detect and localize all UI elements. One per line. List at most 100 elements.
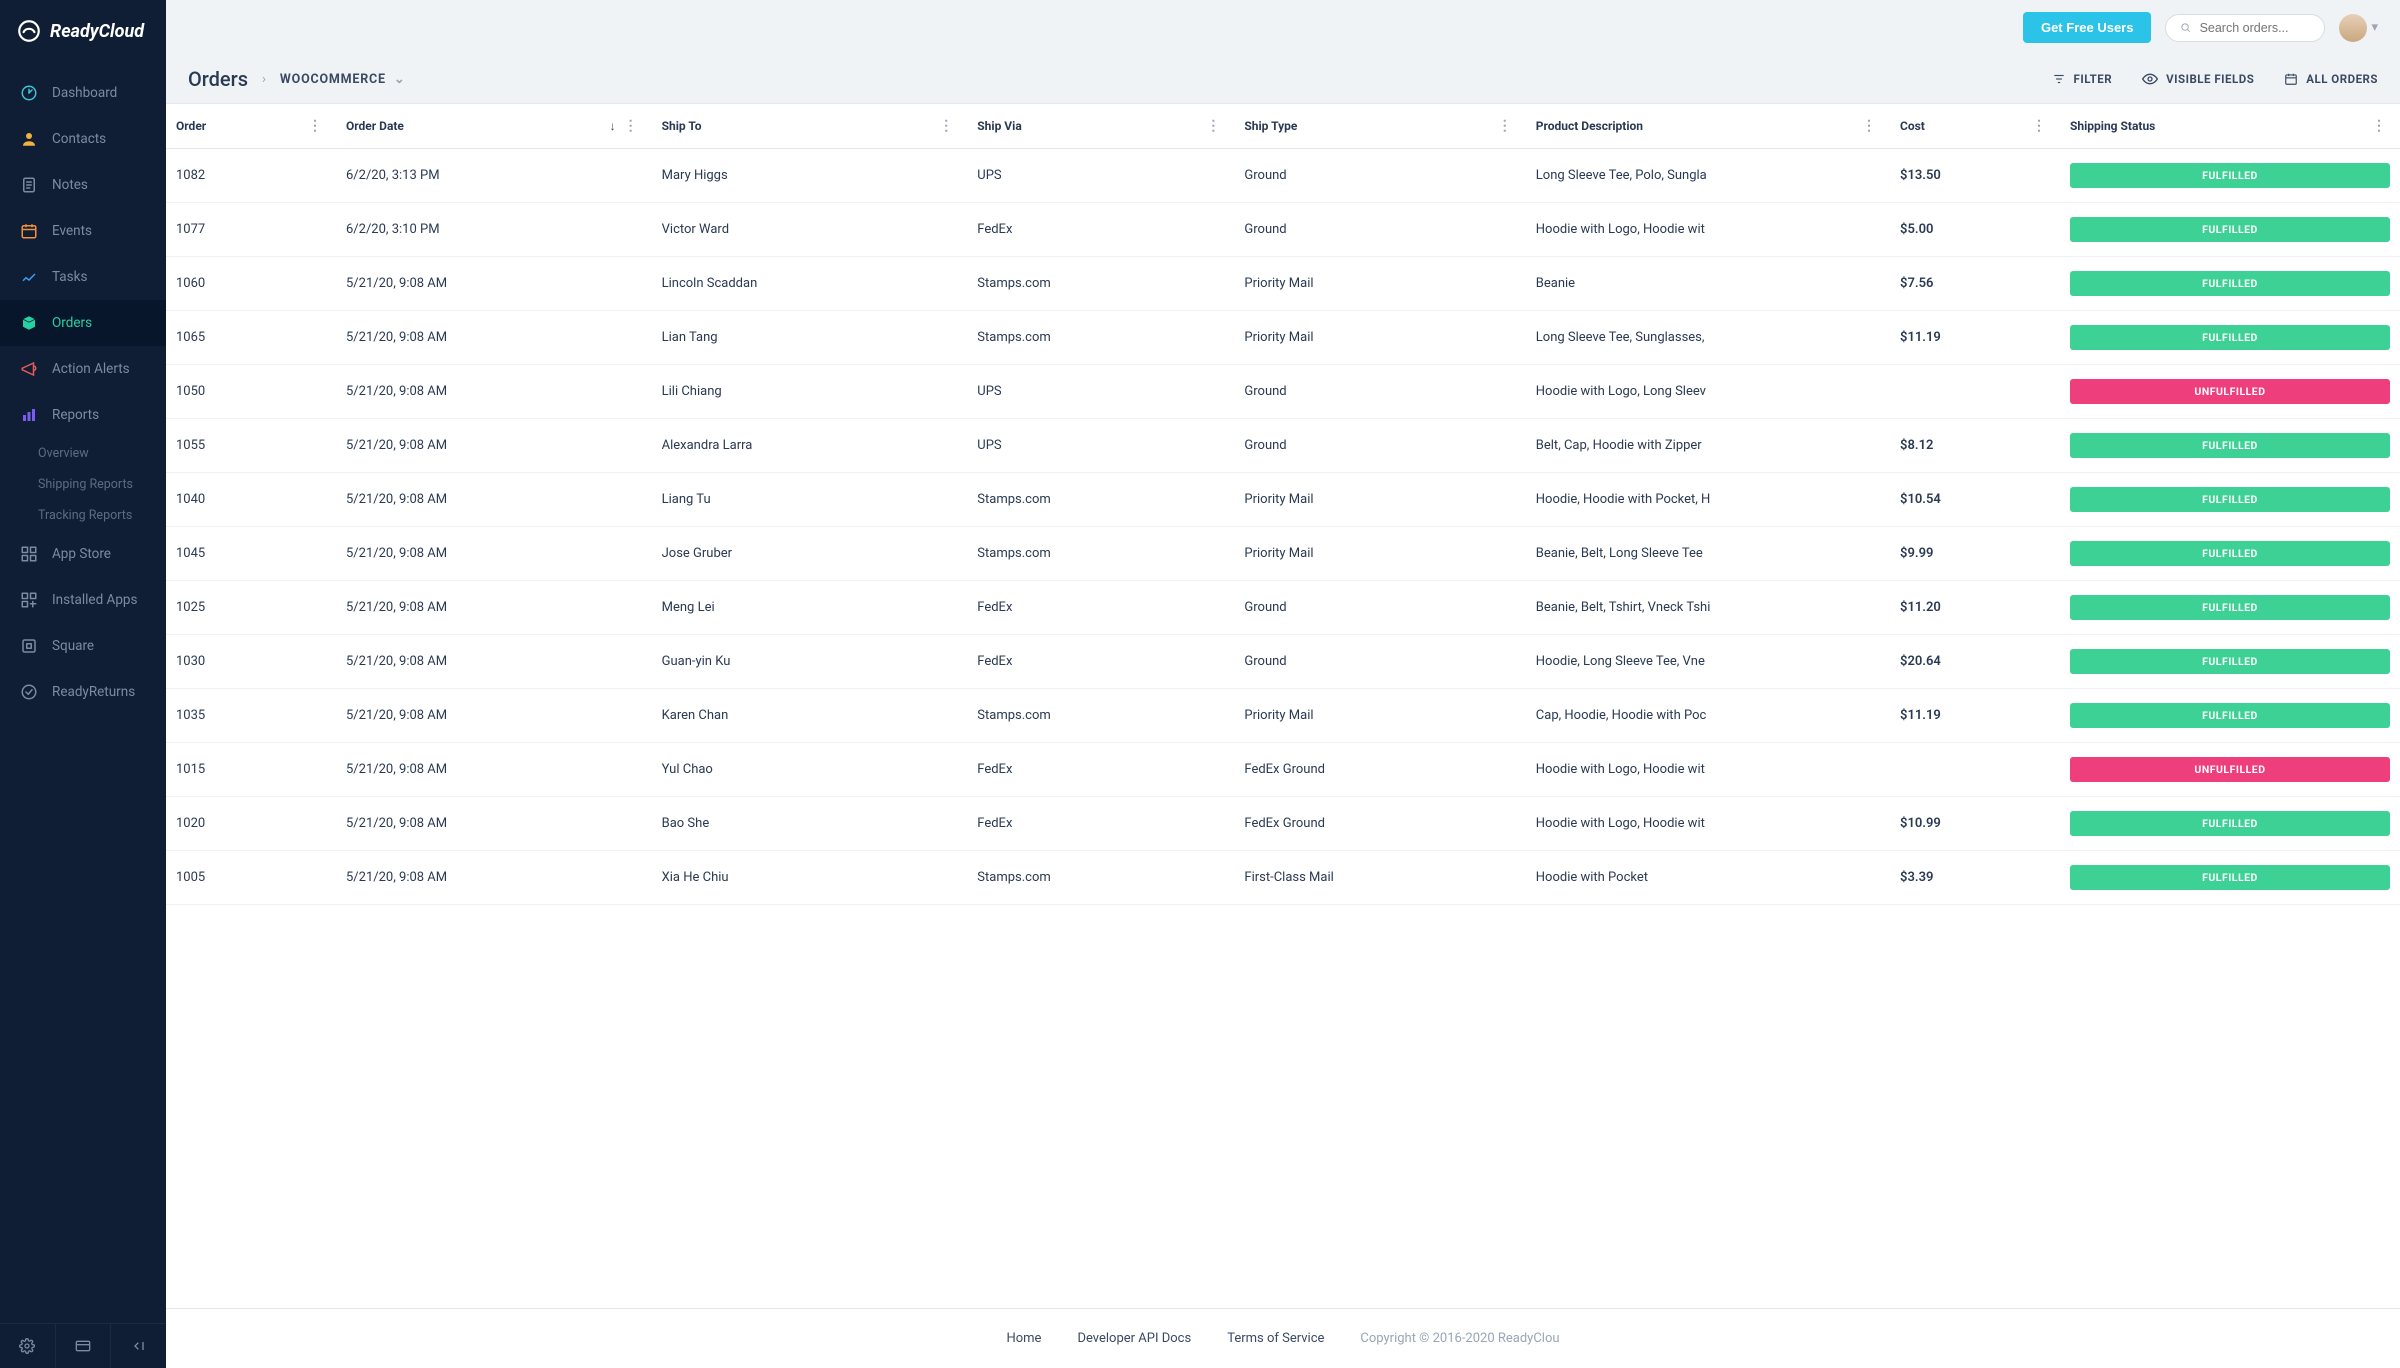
collapse-icon bbox=[131, 1338, 147, 1354]
sidebar-item-label: Tasks bbox=[52, 269, 87, 285]
filter-button[interactable]: FILTER bbox=[2052, 72, 2113, 86]
get-free-users-button[interactable]: Get Free Users bbox=[2023, 12, 2152, 43]
cell-status: UNFULFILLED bbox=[2060, 365, 2400, 419]
cell-shipto: Yul Chao bbox=[652, 743, 968, 797]
table-row[interactable]: 10605/21/20, 9:08 AMLincoln ScaddanStamp… bbox=[166, 257, 2400, 311]
main-area: Get Free Users ▾ Orders › WOOCOMMERCE ⌄ … bbox=[166, 0, 2400, 1368]
table-row[interactable]: 10255/21/20, 9:08 AMMeng LeiFedExGroundB… bbox=[166, 581, 2400, 635]
cell-via: UPS bbox=[967, 365, 1234, 419]
table-row[interactable]: 10305/21/20, 9:08 AMGuan-yin KuFedExGrou… bbox=[166, 635, 2400, 689]
cell-type: Priority Mail bbox=[1234, 311, 1525, 365]
col-menu-icon[interactable]: ⋮ bbox=[2368, 118, 2390, 134]
status-badge: FULFILLED bbox=[2070, 433, 2390, 458]
col-type: Ship Type bbox=[1244, 119, 1297, 133]
table-row[interactable]: 10355/21/20, 9:08 AMKaren ChanStamps.com… bbox=[166, 689, 2400, 743]
table-row[interactable]: 10826/2/20, 3:13 PMMary HiggsUPSGroundLo… bbox=[166, 149, 2400, 203]
topbar: Get Free Users ▾ bbox=[166, 0, 2400, 55]
table-row[interactable]: 10655/21/20, 9:08 AMLian TangStamps.comP… bbox=[166, 311, 2400, 365]
cell-type: Ground bbox=[1234, 419, 1525, 473]
col-shipto: Ship To bbox=[662, 119, 702, 133]
sidebar-item-label: Installed Apps bbox=[52, 592, 137, 608]
brand-logo[interactable]: ReadyCloud bbox=[0, 0, 166, 62]
brand-name: ReadyCloud bbox=[50, 21, 144, 42]
search-input[interactable] bbox=[2200, 21, 2311, 35]
sidebar-item-square[interactable]: Square bbox=[0, 623, 166, 669]
card-button[interactable] bbox=[56, 1324, 112, 1368]
sidebar-item-installed-apps[interactable]: Installed Apps bbox=[0, 577, 166, 623]
table-row[interactable]: 10055/21/20, 9:08 AMXia He ChiuStamps.co… bbox=[166, 851, 2400, 905]
cell-cost: $11.20 bbox=[1890, 581, 2060, 635]
col-menu-icon[interactable]: ⋮ bbox=[2028, 118, 2050, 134]
table-row[interactable]: 10405/21/20, 9:08 AMLiang TuStamps.comPr… bbox=[166, 473, 2400, 527]
chevron-down-icon: ⌄ bbox=[394, 72, 406, 87]
sort-desc-icon[interactable]: ↓ bbox=[610, 119, 616, 133]
col-date: Order Date bbox=[346, 119, 404, 133]
cell-date: 5/21/20, 9:08 AM bbox=[336, 797, 652, 851]
footer-tos[interactable]: Terms of Service bbox=[1227, 1331, 1324, 1346]
col-order: Order bbox=[176, 119, 206, 133]
status-badge: FULFILLED bbox=[2070, 811, 2390, 836]
cell-status: FULFILLED bbox=[2060, 851, 2400, 905]
sidebar-item-app-store[interactable]: App Store bbox=[0, 531, 166, 577]
col-menu-icon[interactable]: ⋮ bbox=[1494, 118, 1516, 134]
table-row[interactable]: 10776/2/20, 3:10 PMVictor WardFedExGroun… bbox=[166, 203, 2400, 257]
col-menu-icon[interactable]: ⋮ bbox=[304, 118, 326, 134]
cell-order: 1015 bbox=[166, 743, 336, 797]
sidebar-item-label: Square bbox=[52, 638, 94, 654]
sidebar-item-reports[interactable]: Reports bbox=[0, 392, 166, 438]
sidebar-item-notes[interactable]: Notes bbox=[0, 162, 166, 208]
cell-desc: Long Sleeve Tee, Sunglasses, bbox=[1526, 311, 1890, 365]
cell-order: 1005 bbox=[166, 851, 336, 905]
cell-date: 6/2/20, 3:13 PM bbox=[336, 149, 652, 203]
store-select[interactable]: WOOCOMMERCE ⌄ bbox=[280, 72, 406, 87]
returns-icon bbox=[20, 683, 38, 701]
all-orders-button[interactable]: ALL ORDERS bbox=[2284, 72, 2378, 86]
table-row[interactable]: 10555/21/20, 9:08 AMAlexandra LarraUPSGr… bbox=[166, 419, 2400, 473]
table-row[interactable]: 10155/21/20, 9:08 AMYul ChaoFedExFedEx G… bbox=[166, 743, 2400, 797]
cell-via: UPS bbox=[967, 419, 1234, 473]
cell-order: 1065 bbox=[166, 311, 336, 365]
sidebar-item-readyreturns[interactable]: ReadyReturns bbox=[0, 669, 166, 715]
sidebar-sub-tracking-reports[interactable]: Tracking Reports bbox=[0, 500, 166, 531]
table-row[interactable]: 10205/21/20, 9:08 AMBao SheFedExFedEx Gr… bbox=[166, 797, 2400, 851]
search-box[interactable] bbox=[2165, 14, 2325, 42]
sidebar-item-dashboard[interactable]: Dashboard bbox=[0, 70, 166, 116]
cell-type: FedEx Ground bbox=[1234, 797, 1525, 851]
sidebar-item-tasks[interactable]: Tasks bbox=[0, 254, 166, 300]
calendar-icon bbox=[2284, 72, 2298, 86]
sidebar-item-contacts[interactable]: Contacts bbox=[0, 116, 166, 162]
col-menu-icon[interactable]: ⋮ bbox=[1858, 118, 1880, 134]
col-menu-icon[interactable]: ⋮ bbox=[935, 118, 957, 134]
footer-home[interactable]: Home bbox=[1006, 1331, 1041, 1346]
cell-desc: Beanie bbox=[1526, 257, 1890, 311]
notes-icon bbox=[20, 176, 38, 194]
sidebar-item-action-alerts[interactable]: Action Alerts bbox=[0, 346, 166, 392]
col-menu-icon[interactable]: ⋮ bbox=[620, 118, 642, 134]
settings-button[interactable] bbox=[0, 1324, 56, 1368]
table-row[interactable]: 10505/21/20, 9:08 AMLili ChiangUPSGround… bbox=[166, 365, 2400, 419]
visible-fields-button[interactable]: VISIBLE FIELDS bbox=[2142, 71, 2254, 87]
cell-type: Ground bbox=[1234, 581, 1525, 635]
cell-desc: Hoodie, Long Sleeve Tee, Vne bbox=[1526, 635, 1890, 689]
col-menu-icon[interactable]: ⋮ bbox=[1202, 118, 1224, 134]
footer-api[interactable]: Developer API Docs bbox=[1077, 1331, 1191, 1346]
square-icon bbox=[20, 637, 38, 655]
sidebar-sub-overview[interactable]: Overview bbox=[0, 438, 166, 469]
cell-status: FULFILLED bbox=[2060, 581, 2400, 635]
sidebar-item-orders[interactable]: Orders bbox=[0, 300, 166, 346]
cell-desc: Hoodie with Pocket bbox=[1526, 851, 1890, 905]
collapse-button[interactable] bbox=[111, 1324, 166, 1368]
cell-shipto: Alexandra Larra bbox=[652, 419, 968, 473]
sidebar-sub-shipping-reports[interactable]: Shipping Reports bbox=[0, 469, 166, 500]
orders-table: Order⋮ Order Date↓⋮ Ship To⋮ Ship Via⋮ S… bbox=[166, 104, 2400, 905]
table-row[interactable]: 10455/21/20, 9:08 AMJose GruberStamps.co… bbox=[166, 527, 2400, 581]
user-menu[interactable]: ▾ bbox=[2339, 14, 2378, 42]
sidebar-item-events[interactable]: Events bbox=[0, 208, 166, 254]
status-badge: FULFILLED bbox=[2070, 541, 2390, 566]
status-badge: FULFILLED bbox=[2070, 163, 2390, 188]
breadcrumb: Orders › WOOCOMMERCE ⌄ bbox=[188, 67, 406, 91]
status-badge: FULFILLED bbox=[2070, 271, 2390, 296]
status-badge: FULFILLED bbox=[2070, 487, 2390, 512]
status-badge: UNFULFILLED bbox=[2070, 379, 2390, 404]
cell-date: 5/21/20, 9:08 AM bbox=[336, 635, 652, 689]
